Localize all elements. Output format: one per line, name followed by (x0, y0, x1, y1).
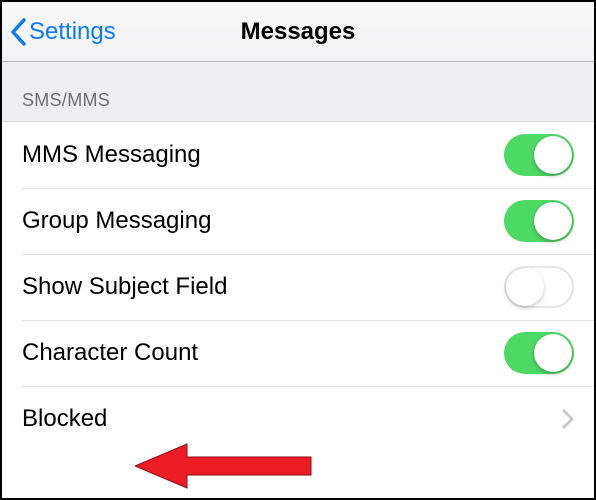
row-label: Blocked (22, 405, 107, 433)
page-title: Messages (241, 18, 356, 46)
chevron-right-icon (562, 409, 574, 429)
toggle-knob (534, 334, 572, 372)
toggle-knob (534, 136, 572, 174)
row-show-subject-field: Show Subject Field (2, 254, 594, 320)
toggle-knob (534, 202, 572, 240)
toggle-group-messaging[interactable] (504, 200, 574, 242)
section-header-sms-mms: SMS/MMS (2, 62, 594, 122)
row-blocked[interactable]: Blocked (2, 386, 594, 452)
row-label: Show Subject Field (22, 273, 227, 301)
nav-bar: Settings Messages (2, 2, 594, 62)
row-mms-messaging: MMS Messaging (2, 122, 594, 188)
back-label: Settings (29, 18, 116, 46)
back-button[interactable]: Settings (10, 18, 116, 46)
toggle-knob (506, 268, 544, 306)
row-group-messaging: Group Messaging (2, 188, 594, 254)
row-label: Group Messaging (22, 207, 211, 235)
toggle-show-subject-field[interactable] (504, 266, 574, 308)
toggle-character-count[interactable] (504, 332, 574, 374)
row-character-count: Character Count (2, 320, 594, 386)
row-label: Character Count (22, 339, 198, 367)
chevron-left-icon (10, 18, 27, 46)
row-label: MMS Messaging (22, 141, 201, 169)
toggle-mms-messaging[interactable] (504, 134, 574, 176)
